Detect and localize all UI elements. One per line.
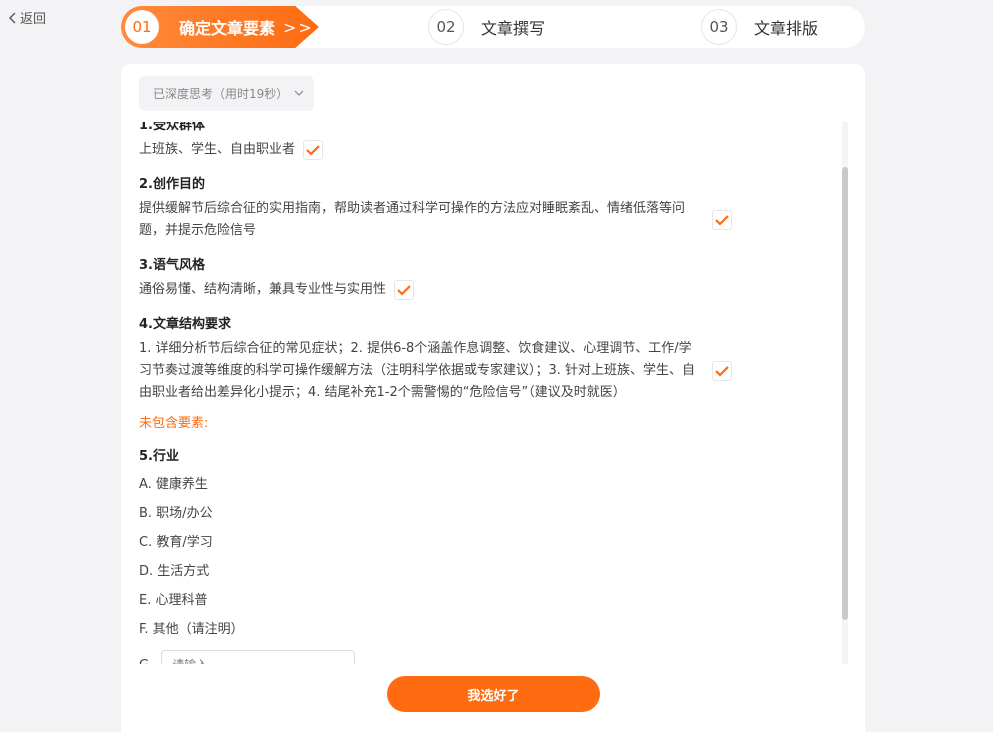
purpose-title: 2.创作目的 — [139, 177, 205, 192]
deep-think-label: 已深度思考（用时19秒） — [153, 87, 289, 101]
structure-row: 1. 详细分析节后综合征的常见症状；2. 提供6-8个涵盖作息调整、饮食建议、心… — [139, 338, 849, 404]
tone-row: 通俗易懂、结构清晰，兼具专业性与实用性 — [139, 279, 849, 301]
industry-other-row: G. — [139, 650, 849, 664]
back-label: 返回 — [20, 12, 47, 27]
audience-title: 1.受众群体 — [139, 122, 205, 133]
structure-title: 4.文章结构要求 — [139, 317, 231, 332]
tone-checkbox[interactable] — [394, 280, 415, 300]
back-link[interactable]: 返回 — [8, 8, 46, 27]
industry-title: 5.行业 — [139, 449, 179, 464]
step-2: 02 文章撰写 — [428, 9, 546, 45]
step-2-number: 02 — [428, 9, 464, 45]
scrollbar-thumb[interactable] — [842, 167, 848, 620]
deep-think-toggle[interactable]: 已深度思考（用时19秒） — [139, 76, 314, 111]
step-arrows-icon: >> — [283, 17, 314, 37]
audience-row: 上班族、学生、自由职业者 — [139, 139, 849, 161]
industry-option[interactable]: A. 健康养生 — [139, 470, 849, 499]
elements-scroll-area[interactable]: 1.受众群体 上班族、学生、自由职业者 2.创作目的 提供缓解节后综合征的实用指… — [139, 122, 849, 664]
purpose-checkbox[interactable] — [712, 210, 732, 230]
industry-option[interactable]: F. 其他（请注明） — [139, 615, 849, 644]
structure-text: 1. 详细分析节后综合征的常见症状；2. 提供6-8个涵盖作息调整、饮食建议、心… — [139, 341, 696, 400]
chevron-left-icon — [9, 12, 16, 23]
tone-text: 通俗易懂、结构清晰，兼具专业性与实用性 — [139, 282, 387, 297]
tone-title: 3.语气风格 — [139, 258, 205, 273]
industry-option[interactable]: E. 心理科普 — [139, 586, 849, 615]
check-icon — [306, 145, 320, 156]
structure-checkbox[interactable] — [712, 361, 732, 381]
elements-card: 已深度思考（用时19秒） 1.受众群体 上班族、学生、自由职业者 2.创作目的 … — [121, 64, 865, 732]
step-3-number: 03 — [701, 9, 737, 45]
scrollbar-track[interactable] — [842, 122, 848, 664]
step-1-number: 01 — [125, 10, 159, 44]
step-1-label: 确定文章要素 — [179, 19, 276, 38]
chevron-down-icon — [294, 90, 304, 96]
industry-other-prefix: G. — [139, 651, 153, 665]
missing-elements-label: 未包含要素: — [139, 416, 209, 431]
industry-option[interactable]: D. 生活方式 — [139, 557, 849, 586]
step-1-active: 01 确定文章要素 >> — [121, 6, 319, 48]
audience-checkbox[interactable] — [303, 140, 324, 160]
check-icon — [715, 215, 729, 226]
step-bar: 01 确定文章要素 >> 02 文章撰写 03 文章排版 — [121, 6, 865, 48]
purpose-row: 提供缓解节后综合征的实用指南，帮助读者通过科学可操作的方法应对睡眠紊乱、情绪低落… — [139, 198, 849, 242]
purpose-text: 提供缓解节后综合征的实用指南，帮助读者通过科学可操作的方法应对睡眠紊乱、情绪低落… — [139, 201, 686, 238]
check-icon — [715, 366, 729, 377]
step-3-label: 文章排版 — [754, 19, 819, 38]
confirm-button[interactable]: 我选好了 — [387, 676, 600, 712]
industry-other-input[interactable] — [161, 650, 356, 664]
audience-text: 上班族、学生、自由职业者 — [139, 142, 296, 157]
industry-option[interactable]: B. 职场/办公 — [139, 499, 849, 528]
industry-option[interactable]: C. 教育/学习 — [139, 528, 849, 557]
check-icon — [397, 285, 411, 296]
step-2-label: 文章撰写 — [481, 19, 546, 38]
step-3: 03 文章排版 — [701, 9, 819, 45]
